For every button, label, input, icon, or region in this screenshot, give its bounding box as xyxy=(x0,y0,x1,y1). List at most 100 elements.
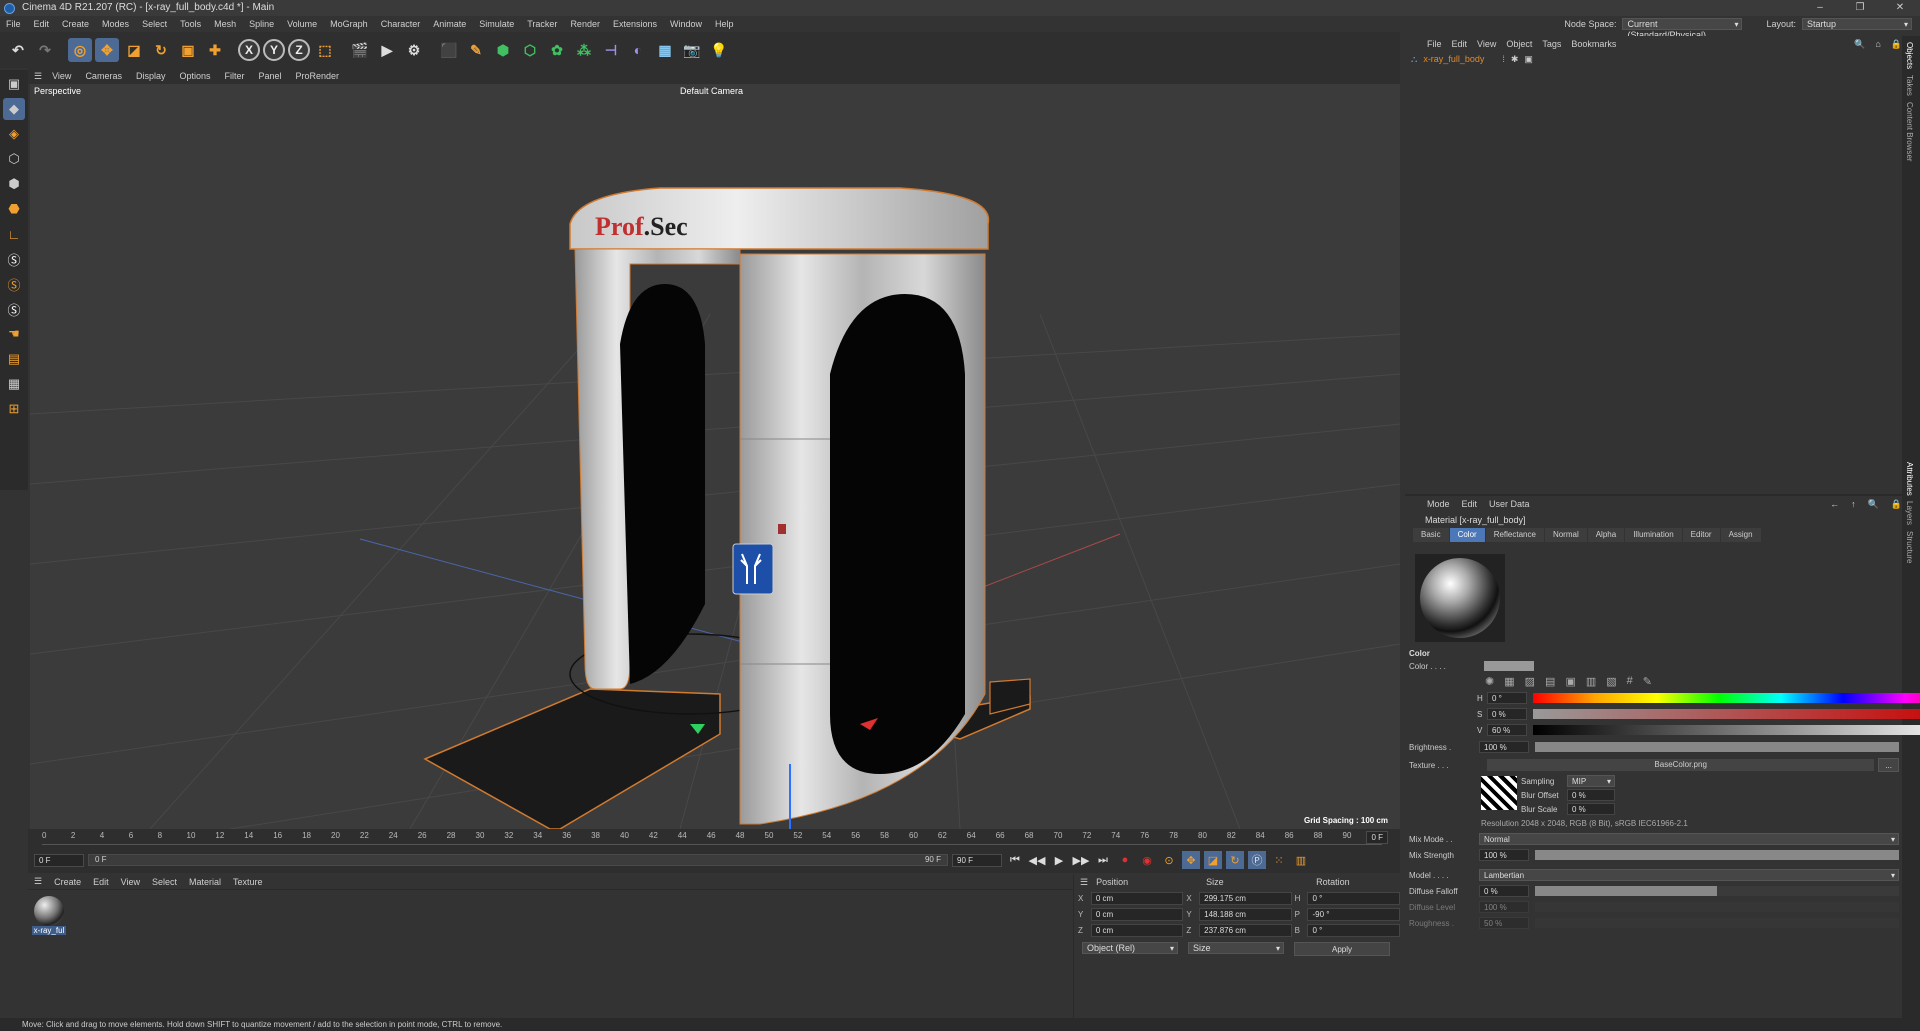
keyframe-selection-icon[interactable]: ⊙ xyxy=(1160,851,1178,869)
saturation-slider[interactable] xyxy=(1533,709,1920,719)
x-axis-icon[interactable]: X xyxy=(238,39,260,61)
timeline-ruler[interactable]: 0 2 4 6 8 10 12 14 16 18 20 22 24 26 28 30 32 34 36 38 40 42 4… xyxy=(42,831,1382,845)
snap-icon[interactable]: Ⓢ xyxy=(3,248,25,270)
position-y-field[interactable]: 0 cm xyxy=(1090,907,1184,921)
camera-icon[interactable]: 📷 xyxy=(680,38,704,62)
up-arrow-icon[interactable]: ↑ xyxy=(1851,499,1856,509)
point-level-icon[interactable]: ⁙ xyxy=(1270,851,1288,869)
side-tab-takes[interactable]: Takes xyxy=(1905,75,1914,96)
deformer-icon[interactable]: ⊣ xyxy=(599,38,623,62)
mix-strength-slider[interactable] xyxy=(1535,850,1899,860)
mat-menu-select[interactable]: Select xyxy=(152,877,177,887)
menu-render[interactable]: Render xyxy=(570,16,600,32)
visibility-dots-icon[interactable]: ⁞ xyxy=(1502,54,1505,64)
texture-mode-icon[interactable]: ◈ xyxy=(3,123,25,145)
points-mode-icon[interactable]: ⬡ xyxy=(3,148,25,170)
current-frame-field[interactable]: 0 F xyxy=(1366,831,1388,844)
next-key-icon[interactable]: ▶▶ xyxy=(1072,851,1090,869)
edges-mode-icon[interactable]: ⬢ xyxy=(3,173,25,195)
coordinate-system-icon[interactable]: ⬚ xyxy=(313,38,337,62)
menu-modes[interactable]: Modes xyxy=(102,16,129,32)
attr-menu-mode[interactable]: Mode xyxy=(1427,499,1450,509)
attr-menu-user-data[interactable]: User Data xyxy=(1489,499,1530,509)
frame-range-slider[interactable]: 0 F 90 F xyxy=(88,854,948,866)
menu-extensions[interactable]: Extensions xyxy=(613,16,657,32)
menu-help[interactable]: Help xyxy=(715,16,734,32)
floor-icon[interactable]: ▦ xyxy=(653,38,677,62)
light-icon[interactable]: 💡 xyxy=(707,38,731,62)
tab-editor[interactable]: Editor xyxy=(1682,528,1720,542)
go-to-end-icon[interactable]: ⏭ xyxy=(1094,851,1112,869)
obj-menu-file[interactable]: File xyxy=(1427,39,1442,49)
vp-menu-view[interactable]: View xyxy=(52,71,71,81)
move-icon[interactable]: ✥ xyxy=(95,38,119,62)
menu-create[interactable]: Create xyxy=(62,16,89,32)
y-axis-icon[interactable]: Y xyxy=(263,39,285,61)
vp-menu-cameras[interactable]: Cameras xyxy=(85,71,122,81)
object-name[interactable]: x-ray_full_body xyxy=(1423,54,1484,64)
start-frame-field[interactable]: 0 F xyxy=(34,853,84,867)
mat-menu-view[interactable]: View xyxy=(121,877,140,887)
camera-label[interactable]: Default Camera xyxy=(680,86,743,96)
back-arrow-icon[interactable]: ← xyxy=(1830,499,1839,509)
menu-mesh[interactable]: Mesh xyxy=(214,16,236,32)
menu-tools[interactable]: Tools xyxy=(180,16,201,32)
color-wheel-icon[interactable]: ✺ xyxy=(1485,675,1494,688)
value-slider[interactable] xyxy=(1533,725,1920,735)
size-y-field[interactable]: 148.188 cm xyxy=(1199,907,1292,921)
timeline-window-icon[interactable]: ▥ xyxy=(1292,851,1310,869)
menu-file[interactable]: File xyxy=(6,16,21,32)
side-tab-layers[interactable]: Layers xyxy=(1905,501,1914,525)
timeline[interactable]: 0 2 4 6 8 10 12 14 16 18 20 22 24 26 28 30 32 34 36 38 40 42 4… xyxy=(28,829,1400,873)
tab-normal[interactable]: Normal xyxy=(1544,528,1587,542)
array-icon[interactable]: ⬡ xyxy=(518,38,542,62)
mat-menu-material[interactable]: Material xyxy=(189,877,221,887)
brightness-field[interactable]: 100 % xyxy=(1479,741,1529,753)
vp-menu-display[interactable]: Display xyxy=(136,71,166,81)
cube-icon[interactable]: ⬛ xyxy=(437,38,461,62)
blur-offset-field[interactable]: 0 % xyxy=(1567,789,1615,801)
close-button[interactable]: ✕ xyxy=(1880,0,1920,16)
create-object-icon[interactable]: ✚ xyxy=(203,38,227,62)
vp-menu-panel[interactable]: Panel xyxy=(259,71,282,81)
3d-viewport[interactable]: Perspective Default Camera Prof.Sec Grid… xyxy=(30,84,1400,829)
spectrum-icon[interactable]: ▦ xyxy=(1504,675,1514,688)
menu-animate[interactable]: Animate xyxy=(433,16,466,32)
mat-menu-edit[interactable]: Edit xyxy=(93,877,109,887)
tab-alpha[interactable]: Alpha xyxy=(1587,528,1625,542)
auto-key-icon[interactable]: ◉ xyxy=(1138,851,1156,869)
diffuse-falloff-field[interactable]: 0 % xyxy=(1479,885,1529,897)
hex-icon[interactable]: # xyxy=(1627,675,1633,687)
mix-strength-field[interactable]: 100 % xyxy=(1479,849,1529,861)
blur-scale-field[interactable]: 0 % xyxy=(1567,803,1615,815)
hue-slider[interactable] xyxy=(1533,693,1920,703)
brightness-slider[interactable] xyxy=(1535,742,1899,752)
rotation-key-icon[interactable]: ↻ xyxy=(1226,851,1244,869)
side-tab-structure[interactable]: Structure xyxy=(1905,531,1914,563)
material-thumbnail[interactable]: x-ray_ful xyxy=(32,896,66,936)
obj-menu-bookmarks[interactable]: Bookmarks xyxy=(1571,39,1616,49)
coordinate-mode-dropdown[interactable]: Object (Rel) xyxy=(1082,942,1178,954)
search-icon[interactable]: 🔍 xyxy=(1868,499,1879,510)
live-selection-icon[interactable]: ◎ xyxy=(68,38,92,62)
tab-basic[interactable]: Basic xyxy=(1413,528,1449,542)
eyedropper-icon[interactable]: ✎ xyxy=(1643,675,1652,688)
mixer-icon[interactable]: ▧ xyxy=(1606,675,1616,688)
lock-icon[interactable]: 🔒 xyxy=(1891,499,1902,510)
material-tag-icon[interactable]: ▣ xyxy=(1524,54,1533,65)
minimize-button[interactable]: – xyxy=(1800,0,1840,16)
layout-dropdown[interactable]: Startup xyxy=(1802,18,1912,30)
tab-reflectance[interactable]: Reflectance xyxy=(1485,528,1544,542)
mix-mode-dropdown[interactable]: Normal xyxy=(1479,833,1899,845)
pen-spline-icon[interactable]: ✎ xyxy=(464,38,488,62)
obj-menu-edit[interactable]: Edit xyxy=(1452,39,1468,49)
scale-icon[interactable]: ◪ xyxy=(122,38,146,62)
polygons-mode-icon[interactable]: ⬣ xyxy=(3,198,25,220)
size-mode-dropdown[interactable]: Size xyxy=(1188,942,1284,954)
hamburger-icon[interactable]: ☰ xyxy=(34,71,42,82)
render-view-icon[interactable]: ▶ xyxy=(375,38,399,62)
hsv-icon[interactable]: ▣ xyxy=(1565,675,1575,688)
position-z-field[interactable]: 0 cm xyxy=(1090,923,1184,937)
menu-mograph[interactable]: MoGraph xyxy=(330,16,368,32)
side-tab-attributes[interactable]: Attributes xyxy=(1905,462,1914,496)
